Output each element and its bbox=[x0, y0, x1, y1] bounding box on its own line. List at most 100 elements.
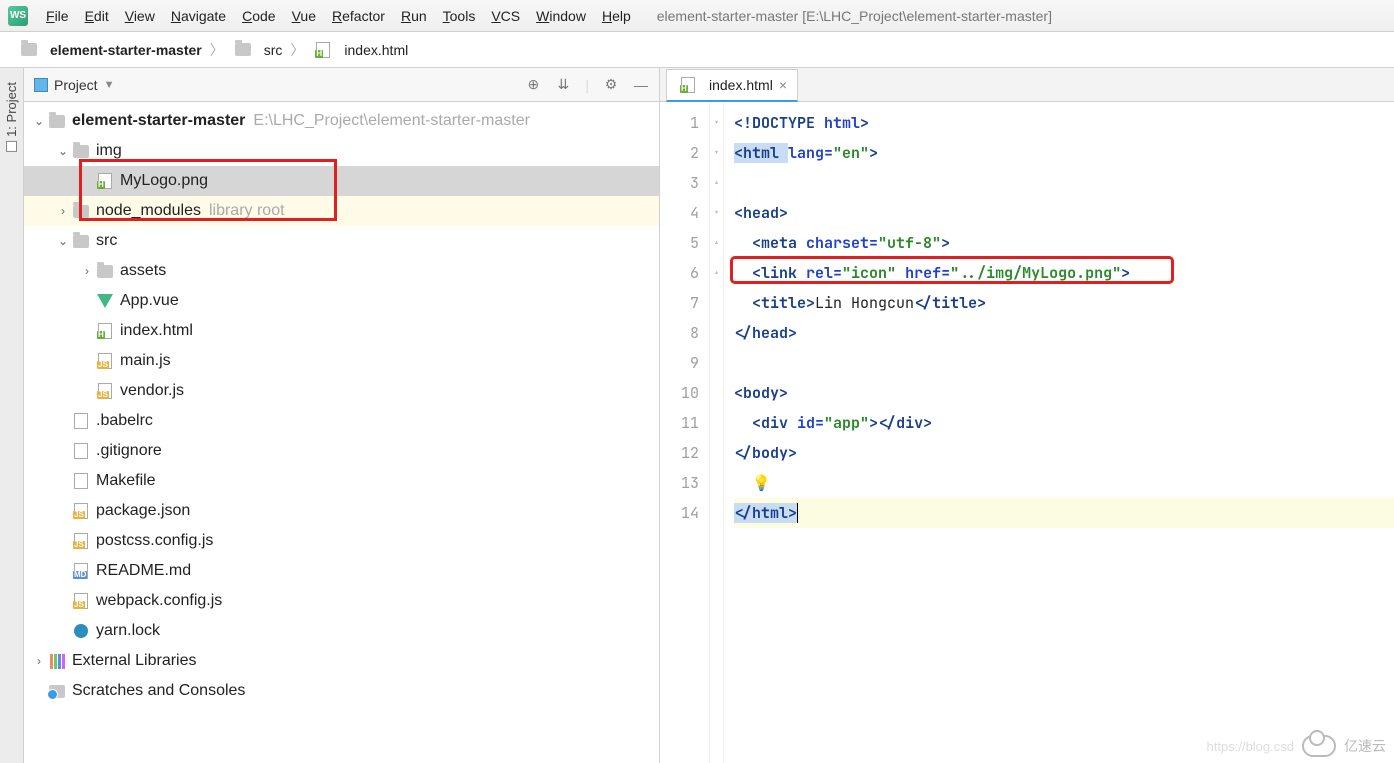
project-view-dropdown[interactable]: ▼ bbox=[104, 79, 115, 91]
tree-node[interactable]: App.vue bbox=[24, 286, 659, 316]
watermark-brand: 亿速云 bbox=[1344, 736, 1386, 756]
js-file-icon: JS bbox=[72, 502, 90, 520]
menu-vue[interactable]: Vue bbox=[284, 4, 324, 28]
collapse-icon[interactable]: ⇊ bbox=[555, 77, 571, 93]
tree-node[interactable]: ⌄src bbox=[24, 226, 659, 256]
project-tool-tab[interactable]: 1: Project bbox=[2, 74, 21, 160]
tree-node[interactable]: ⌄element-starter-masterE:\LHC_Project\el… bbox=[24, 106, 659, 136]
line-number: 4 bbox=[660, 198, 699, 228]
menu-help[interactable]: Help bbox=[594, 4, 639, 28]
project-panel-header: Project ▼ ⊕ ⇊ | ⚙ — bbox=[24, 68, 659, 102]
menu-edit[interactable]: Edit bbox=[77, 4, 117, 28]
breadcrumb-item[interactable]: src bbox=[226, 39, 289, 61]
project-panel-title[interactable]: Project bbox=[54, 77, 98, 93]
watermark: https://blog.csd 亿速云 bbox=[1207, 735, 1386, 757]
breadcrumb-item[interactable]: element-starter-master bbox=[12, 39, 208, 61]
line-number: 13 bbox=[660, 468, 699, 498]
editor-tab-index[interactable]: H index.html × bbox=[666, 69, 798, 102]
tree-node[interactable]: HMyLogo.png bbox=[24, 166, 659, 196]
menu-code[interactable]: Code bbox=[234, 4, 283, 28]
menu-vcs[interactable]: VCS bbox=[483, 4, 528, 28]
js-file-icon: JS bbox=[96, 382, 114, 400]
menu-refactor[interactable]: Refactor bbox=[324, 4, 393, 28]
window-title: element-starter-master [E:\LHC_Project\e… bbox=[657, 8, 1052, 24]
folder-icon bbox=[96, 262, 114, 280]
tree-arrow-icon[interactable]: › bbox=[56, 204, 70, 218]
fold-marker[interactable]: ▾ bbox=[710, 138, 723, 168]
tree-node[interactable]: ›assets bbox=[24, 256, 659, 286]
folder-icon bbox=[72, 202, 90, 220]
tool-window-gutter: 1: Project bbox=[0, 68, 24, 763]
fold-gutter[interactable]: ▾▾▴▾▴▴ bbox=[710, 102, 724, 763]
tree-node[interactable]: ›External Libraries bbox=[24, 646, 659, 676]
menu-navigate[interactable]: Navigate bbox=[163, 4, 234, 28]
editor-area: H index.html × 1234567891011121314 ▾▾▴▾▴… bbox=[660, 68, 1394, 763]
menu-tools[interactable]: Tools bbox=[435, 4, 484, 28]
cloud-icon bbox=[1302, 735, 1336, 757]
folder-icon bbox=[48, 112, 66, 130]
js-file-icon: JS bbox=[96, 352, 114, 370]
tree-arrow-icon[interactable]: ⌄ bbox=[56, 234, 70, 248]
tree-node[interactable]: JSpostcss.config.js bbox=[24, 526, 659, 556]
breadcrumb: element-starter-master〉src〉Hindex.html bbox=[0, 32, 1394, 68]
breadcrumb-item[interactable]: Hindex.html bbox=[306, 39, 414, 61]
line-number: 11 bbox=[660, 408, 699, 438]
fold-marker[interactable]: ▴ bbox=[710, 168, 723, 198]
tree-arrow-icon[interactable]: › bbox=[80, 264, 94, 278]
line-number: 7 bbox=[660, 288, 699, 318]
file-icon bbox=[72, 442, 90, 460]
line-number: 10 bbox=[660, 378, 699, 408]
tree-node[interactable]: ›node_moduleslibrary root bbox=[24, 196, 659, 226]
line-number: 8 bbox=[660, 318, 699, 348]
editor-tabs: H index.html × bbox=[660, 68, 1394, 102]
md-file-icon: MD bbox=[72, 562, 90, 580]
project-panel-icon bbox=[34, 78, 48, 92]
menu-file[interactable]: File bbox=[38, 4, 77, 28]
menu-window[interactable]: Window bbox=[528, 4, 594, 28]
line-number: 1 bbox=[660, 108, 699, 138]
tree-node[interactable]: JSwebpack.config.js bbox=[24, 586, 659, 616]
tree-node[interactable]: Makefile bbox=[24, 466, 659, 496]
file-icon bbox=[72, 412, 90, 430]
tree-node[interactable]: JSvendor.js bbox=[24, 376, 659, 406]
menu-view[interactable]: View bbox=[117, 4, 163, 28]
fold-marker[interactable]: ▴ bbox=[710, 228, 723, 258]
file-icon bbox=[72, 472, 90, 490]
line-number: 6 bbox=[660, 258, 699, 288]
line-number: 3 bbox=[660, 168, 699, 198]
tree-node[interactable]: Scratches and Consoles bbox=[24, 676, 659, 706]
tree-node[interactable]: Hindex.html bbox=[24, 316, 659, 346]
tree-arrow-icon[interactable]: › bbox=[32, 654, 46, 668]
line-number: 5 bbox=[660, 228, 699, 258]
locate-icon[interactable]: ⊕ bbox=[525, 77, 541, 93]
lib-icon bbox=[48, 652, 66, 670]
project-panel-tools: ⊕ ⇊ | ⚙ — bbox=[525, 77, 649, 93]
tree-node[interactable]: ⌄img bbox=[24, 136, 659, 166]
menu-run[interactable]: Run bbox=[393, 4, 435, 28]
project-tree[interactable]: ⌄element-starter-masterE:\LHC_Project\el… bbox=[24, 102, 659, 763]
folder-icon bbox=[72, 232, 90, 250]
tree-node[interactable]: JSmain.js bbox=[24, 346, 659, 376]
gear-icon[interactable]: ⚙ bbox=[603, 77, 619, 93]
tree-node[interactable]: MDREADME.md bbox=[24, 556, 659, 586]
close-icon[interactable]: × bbox=[779, 77, 787, 93]
line-number: 14 bbox=[660, 498, 699, 528]
fold-marker[interactable]: ▾ bbox=[710, 198, 723, 228]
tree-node[interactable]: .gitignore bbox=[24, 436, 659, 466]
fold-marker[interactable]: ▾ bbox=[710, 108, 723, 138]
hide-icon[interactable]: — bbox=[633, 77, 649, 93]
code-body[interactable]: <!DOCTYPE html> <html lang="en"> <head> … bbox=[724, 102, 1394, 763]
js-file-icon: JS bbox=[72, 592, 90, 610]
watermark-blog: https://blog.csd bbox=[1207, 739, 1294, 754]
intention-bulb-icon[interactable]: 💡 bbox=[752, 473, 771, 493]
app-logo-icon: WS bbox=[8, 6, 28, 26]
fold-marker[interactable]: ▴ bbox=[710, 258, 723, 288]
project-tab-icon bbox=[6, 141, 17, 152]
tree-node[interactable]: yarn.lock bbox=[24, 616, 659, 646]
code-editor[interactable]: 1234567891011121314 ▾▾▴▾▴▴ <!DOCTYPE htm… bbox=[660, 102, 1394, 763]
html-file-icon: H bbox=[96, 322, 114, 340]
tree-arrow-icon[interactable]: ⌄ bbox=[32, 114, 46, 128]
tree-node[interactable]: JSpackage.json bbox=[24, 496, 659, 526]
tree-node[interactable]: .babelrc bbox=[24, 406, 659, 436]
tree-arrow-icon[interactable]: ⌄ bbox=[56, 144, 70, 158]
